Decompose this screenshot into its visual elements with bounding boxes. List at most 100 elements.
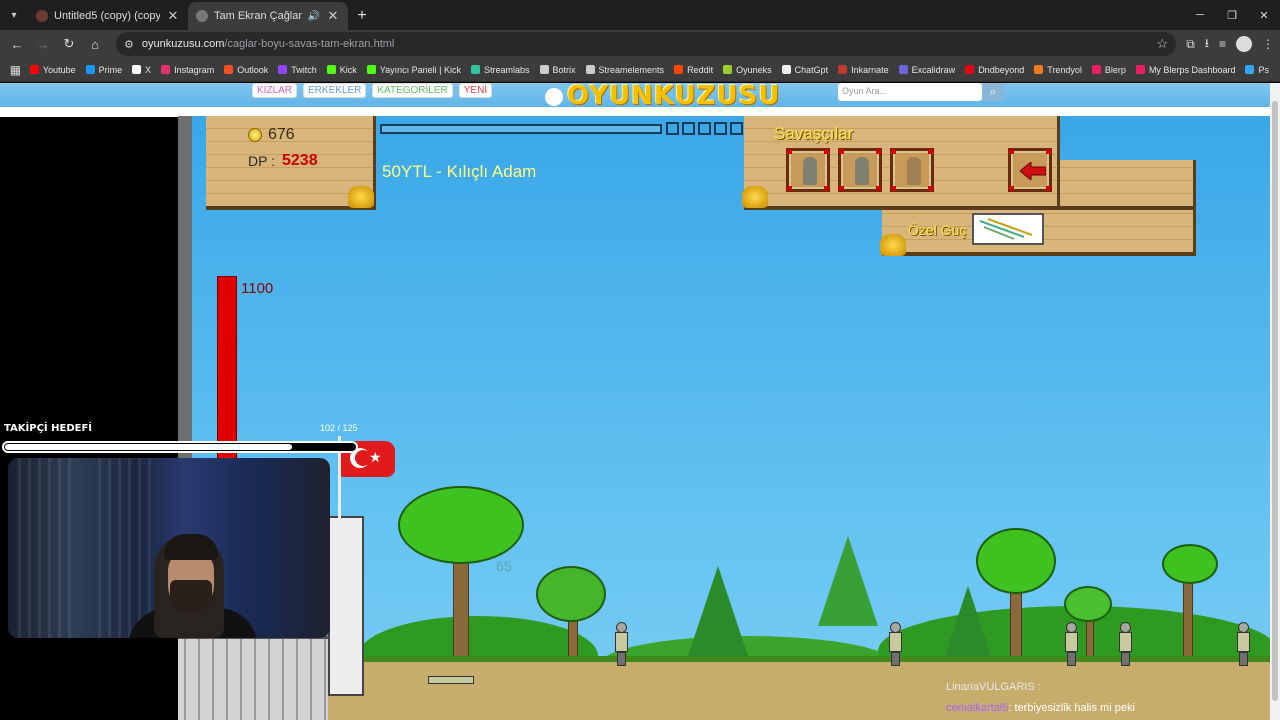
instagram-icon [161, 65, 171, 74]
tree-trunk [1010, 586, 1022, 666]
site-logo[interactable]: OYUNKUZUSU [545, 83, 780, 111]
browser-tab-untitled5[interactable]: Untitled5 (copy) (copy) (copy) ✕ [28, 2, 188, 30]
close-tab-icon[interactable]: ✕ [166, 8, 180, 24]
castle-tower[interactable] [328, 516, 364, 696]
tab-search-chevron-icon[interactable]: ▾ [0, 0, 28, 30]
bookmark-blerp[interactable]: Blerp [1087, 59, 1131, 81]
streamelements-icon [585, 65, 595, 74]
back-button[interactable] [1008, 148, 1052, 192]
bookmark-label: Youtube [42, 64, 76, 75]
botrix-icon [539, 65, 549, 74]
tab-title: Untitled5 (copy) (copy) (copy) [54, 10, 160, 22]
close-window-icon[interactable]: ✕ [1248, 0, 1280, 30]
address-bar[interactable]: ⚙ oyunkuzusu.com/caglar-boyu-savas-tam-e… [116, 32, 1177, 56]
warrior-slot-rider[interactable] [890, 148, 934, 192]
site-nav-link[interactable]: KATEGORİLER [372, 83, 453, 98]
extensions-icon[interactable]: ⧉ [1186, 37, 1195, 52]
browser-toolbar: ← → ↻ ⌂ ⚙ oyunkuzusu.com/caglar-boyu-sav… [0, 30, 1280, 58]
warriors-panel: Savaşçılar [742, 116, 1060, 210]
browser-tab-game[interactable]: Tam Ekran Çağlar Boyu Savaş 🔊 ✕ [188, 2, 348, 30]
tab-favicon-icon [196, 10, 208, 22]
site-nav-link[interactable]: ERKEKLER [303, 83, 367, 98]
bookmark-star-icon[interactable]: ☆ [1157, 36, 1169, 52]
reload-icon[interactable]: ↻ [58, 33, 80, 55]
home-icon[interactable]: ⌂ [84, 33, 106, 55]
bookmark-outlook[interactable]: Outlook [219, 59, 273, 81]
site-nav-link[interactable]: KIZLAR [252, 83, 298, 98]
bookmark-reddit[interactable]: Reddit [669, 59, 718, 81]
search-icon[interactable]: ⌕ [982, 83, 1004, 101]
bookmark-kick[interactable]: Kick [322, 59, 362, 81]
tree-trunk [1183, 576, 1193, 666]
chat-message: cemalkartal5: terbiyesizlik halis mi pek… [946, 702, 1135, 714]
tree-canopy [1064, 586, 1112, 622]
menu-dots-icon[interactable]: ⋮ [1262, 37, 1274, 51]
scrollbar-thumb[interactable] [1272, 101, 1278, 701]
bookmark-label: Inkarnate [851, 64, 889, 75]
game-canvas[interactable]: 676 DP : 5238 50YTL - Kılıçlı Adam Savaş… [178, 116, 1270, 720]
profile-avatar[interactable]: G [1236, 36, 1252, 52]
queue-slot [698, 122, 711, 135]
bookmark-youtube[interactable]: Youtube [25, 59, 81, 81]
ornament-icon [348, 186, 374, 208]
queue-slot [666, 122, 679, 135]
bookmark-label: Blerp [1104, 64, 1126, 75]
bookmark-botrix[interactable]: Botrix [535, 59, 581, 81]
chatgpt-icon [781, 65, 791, 74]
back-arrow-icon[interactable]: ← [6, 33, 28, 55]
unit-cost-tooltip: 50YTL - Kılıçlı Adam [382, 162, 537, 181]
bookmark-label: Ps [1258, 64, 1269, 75]
special-power-button[interactable] [972, 213, 1044, 245]
bookmark-streamelements[interactable]: Streamelements [581, 59, 670, 81]
site-nav: KIZLAR ERKEKLER KATEGORİLER YENİ [252, 83, 493, 98]
curtain [18, 458, 78, 638]
warrior-slot-club-man[interactable] [786, 148, 830, 192]
bookmark-label: Oyuneks [736, 64, 772, 75]
ornament-icon [742, 186, 768, 208]
bookmark-streamlabs[interactable]: Streamlabs [466, 59, 535, 81]
youtube-icon [29, 65, 39, 74]
lamb-logo-icon [545, 87, 563, 106]
bookmark-instagram[interactable]: Instagram [156, 59, 219, 81]
bookmark-chatgpt[interactable]: ChatGpt [777, 59, 834, 81]
bookmark-oyuneks[interactable]: Oyuneks [718, 59, 777, 81]
game-search-input[interactable]: Oyun Ara... [838, 83, 982, 101]
bookmark-label: Trendyol [1047, 64, 1082, 75]
close-tab-icon[interactable]: ✕ [326, 8, 340, 24]
bookmark-my-blerps-dashboard[interactable]: My Blerps Dashboard [1131, 59, 1241, 81]
bookmark-twitch[interactable]: Twitch [273, 59, 322, 81]
reddit-icon [674, 65, 684, 74]
bookmark-label: Yayıncı Paneli | Kick [379, 64, 461, 75]
download-icon[interactable]: ⭳ [1205, 34, 1209, 55]
soldier-icon [855, 157, 869, 185]
bookmark-x[interactable]: X [127, 59, 156, 81]
curtain [98, 458, 158, 638]
url-text[interactable]: oyunkuzusu.com/caglar-boyu-savas-tam-ekr… [142, 38, 1149, 50]
bookmark-prime[interactable]: Prime [81, 59, 128, 81]
apps-grid-icon[interactable]: ▦ [6, 63, 25, 77]
forward-arrow-icon[interactable]: → [32, 33, 54, 55]
panel-extension [1060, 160, 1196, 210]
bookmark-dndbeyond[interactable]: Dndbeyond [960, 59, 1029, 81]
excalidraw-icon [898, 65, 908, 74]
blerp-icon [1135, 65, 1145, 74]
minimize-icon[interactable]: ─ [1184, 0, 1216, 30]
site-info-icon[interactable]: ⚙ [124, 38, 134, 51]
bookmark-trendyol[interactable]: Trendyol [1029, 59, 1087, 81]
page-scrollbar[interactable] [1270, 83, 1280, 720]
rider-icon [907, 157, 921, 185]
bookmark-excalidraw[interactable]: Excalidraw [894, 59, 961, 81]
site-nav-link[interactable]: YENİ [458, 83, 493, 98]
ps-icon [1245, 65, 1255, 74]
special-power-label: Özel Güç [908, 222, 967, 238]
back-arrow-icon [1020, 162, 1046, 180]
restore-icon[interactable]: ❐ [1216, 0, 1248, 30]
media-controls-icon[interactable]: ≡ [1219, 37, 1226, 51]
speaker-icon[interactable]: 🔊 [308, 11, 320, 22]
warrior-slot-sword-man[interactable] [838, 148, 882, 192]
bookmark-yay-nc-paneli-kick[interactable]: Yayıncı Paneli | Kick [362, 59, 466, 81]
new-tab-button[interactable]: + [348, 2, 376, 30]
bookmark-label: Botrix [552, 64, 576, 75]
bookmark-inkarnate[interactable]: Inkarnate [833, 59, 894, 81]
bookmark-ps[interactable]: Ps [1240, 59, 1274, 81]
